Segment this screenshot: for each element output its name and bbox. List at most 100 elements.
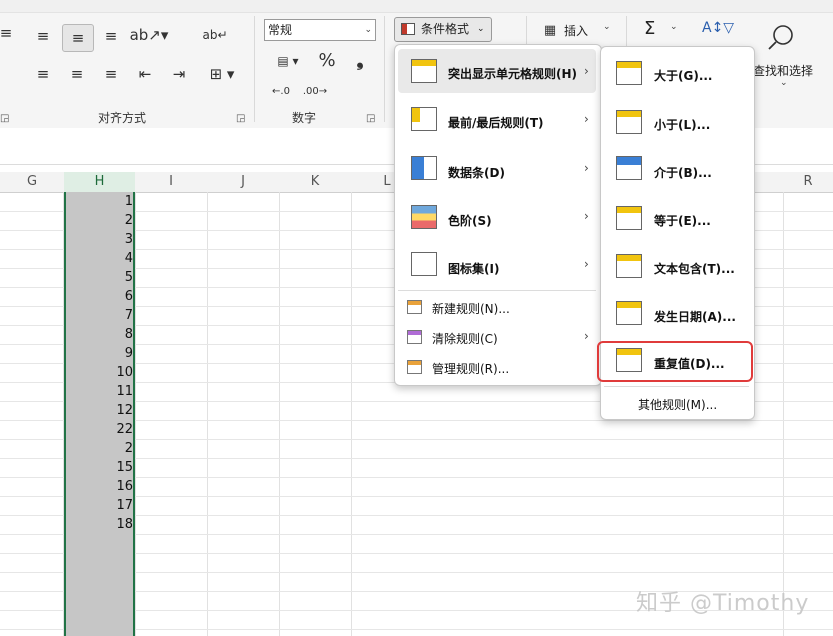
menu-item-top-bottom-rules[interactable]: 最前/最后规则(T) xyxy=(448,114,544,131)
between-icon xyxy=(616,156,642,180)
align-right-icon[interactable]: ≡ xyxy=(98,62,124,86)
cell-h[interactable]: 11 xyxy=(64,382,133,401)
align-bottom-icon[interactable]: ≡ xyxy=(98,24,124,48)
align-center-icon[interactable]: ≡ xyxy=(64,62,90,86)
sum-symbol: Σ xyxy=(644,18,656,39)
orientation-icon[interactable]: ab↗▾ xyxy=(130,22,169,48)
decrease-indent-icon[interactable]: ⇤ xyxy=(132,62,158,86)
chevron-down-icon[interactable]: ⌄ xyxy=(603,22,611,32)
highlight-rules-icon xyxy=(411,59,437,83)
date-occurring-icon xyxy=(616,301,642,325)
grid-line xyxy=(351,192,352,636)
cell-h[interactable]: 2 xyxy=(64,211,133,230)
cell-h[interactable]: 22 xyxy=(64,420,133,439)
submenu-item-between[interactable]: 介于(B)... xyxy=(654,164,712,181)
menu-separator xyxy=(604,386,749,387)
merge-center-icon[interactable]: ⊞ ▾ xyxy=(200,62,244,86)
submenu-item-less-than[interactable]: 小于(L)... xyxy=(654,116,710,133)
cell-h[interactable]: 9 xyxy=(64,344,133,363)
cell-h[interactable]: 8 xyxy=(64,325,133,344)
alignment-launcher-icon[interactable]: ◲ xyxy=(236,113,245,124)
duplicate-values-highlight-box xyxy=(597,341,753,382)
chevron-down-icon[interactable]: ⌄ xyxy=(670,22,678,32)
number-launcher-icon[interactable]: ◲ xyxy=(366,113,375,124)
column-header-g[interactable]: G xyxy=(0,172,64,193)
grid-line xyxy=(135,192,136,636)
decrease-decimal-icon[interactable]: .00→ xyxy=(303,80,327,102)
chevron-down-icon[interactable]: ⌄ xyxy=(780,78,788,88)
menu-item-manage-rules[interactable]: 管理规则(R)... xyxy=(432,360,509,377)
title-strip xyxy=(0,0,833,13)
percent-symbol: % xyxy=(318,49,336,71)
equal-to-icon xyxy=(616,206,642,230)
cell-h[interactable]: 17 xyxy=(64,496,133,515)
submenu-item-date-occurring[interactable]: 发生日期(A)... xyxy=(654,308,736,325)
clear-rules-icon xyxy=(407,330,422,344)
cell-h[interactable]: 2 xyxy=(64,439,133,458)
chevron-right-icon: › xyxy=(584,257,589,271)
insert-cells-icon[interactable]: ▦ xyxy=(540,20,560,40)
menu-item-new-rule[interactable]: 新建规则(N)... xyxy=(432,300,510,317)
increase-indent-icon[interactable]: ⇥ xyxy=(166,62,192,86)
sort-filter-icon[interactable]: A↕▽ xyxy=(702,20,734,36)
cell-h[interactable]: 10 xyxy=(64,363,133,382)
less-than-icon xyxy=(616,110,642,134)
alignment-group-label: 对齐方式 xyxy=(98,111,147,125)
cell-h[interactable]: 12 xyxy=(64,401,133,420)
cell-h[interactable]: 18 xyxy=(64,515,133,534)
chevron-right-icon: › xyxy=(584,209,589,223)
menu-item-clear-rules[interactable]: 清除规则(C) xyxy=(432,330,498,347)
chevron-down-icon: ⌄ xyxy=(364,25,372,35)
group-separator xyxy=(384,16,385,122)
menu-separator xyxy=(398,290,596,291)
search-icon[interactable] xyxy=(766,22,796,52)
increase-decimal-icon[interactable]: ←.0 xyxy=(270,80,292,102)
grid-line xyxy=(279,192,280,636)
cell-h[interactable]: 6 xyxy=(64,287,133,306)
wrap-text-icon[interactable]: ab↵ xyxy=(200,22,230,48)
percent-icon[interactable]: % xyxy=(314,48,340,72)
submenu-item-more-rules[interactable]: 其他规则(M)... xyxy=(638,396,717,413)
submenu-item-text-contains[interactable]: 文本包含(T)... xyxy=(654,260,735,277)
column-header-j[interactable]: J xyxy=(207,172,279,193)
cell-h[interactable]: 15 xyxy=(64,458,133,477)
chevron-right-icon: › xyxy=(584,112,589,126)
cell-h[interactable]: 5 xyxy=(64,268,133,287)
align-left-fragment-icon[interactable]: ≡ xyxy=(0,22,12,44)
icon-sets-icon xyxy=(411,252,437,276)
cell-h[interactable]: 1 xyxy=(64,192,133,211)
cell-h[interactable]: 7 xyxy=(64,306,133,325)
currency-format-icon[interactable]: ▤ ▾ xyxy=(270,50,306,72)
cell-h[interactable]: 16 xyxy=(64,477,133,496)
find-select-label[interactable]: 查找和选择 xyxy=(753,62,813,79)
autosum-icon[interactable]: Σ xyxy=(644,18,655,39)
font-launcher-icon[interactable]: ◲ xyxy=(0,113,9,124)
top-bottom-rules-icon xyxy=(411,107,437,131)
chevron-right-icon: › xyxy=(584,161,589,175)
chevron-right-icon: › xyxy=(584,329,589,343)
number-group-label: 数字 xyxy=(292,111,317,125)
grid-line xyxy=(207,192,208,636)
menu-item-color-scales[interactable]: 色阶(S) xyxy=(448,212,492,229)
menu-item-highlight-rules[interactable]: 突出显示单元格规则(H) xyxy=(448,65,577,82)
column-header-i[interactable]: I xyxy=(135,172,207,193)
submenu-item-equal-to[interactable]: 等于(E)... xyxy=(654,212,711,229)
text-contains-icon xyxy=(616,254,642,278)
conditional-formatting-button[interactable]: 条件格式 ⌄ xyxy=(394,17,492,42)
column-header-k[interactable]: K xyxy=(279,172,351,193)
cell-h[interactable]: 3 xyxy=(64,230,133,249)
align-left-icon[interactable]: ≡ xyxy=(30,62,56,86)
menu-item-icon-sets[interactable]: 图标集(I) xyxy=(448,260,499,277)
comma-style-icon[interactable]: ❟ xyxy=(348,48,372,72)
group-separator xyxy=(254,16,255,122)
align-top-icon[interactable]: ≡ xyxy=(30,24,56,48)
color-scales-icon xyxy=(411,205,437,229)
menu-item-data-bars[interactable]: 数据条(D) xyxy=(448,164,505,181)
cell-h[interactable]: 4 xyxy=(64,249,133,268)
column-header-r[interactable]: R xyxy=(783,172,833,193)
submenu-item-greater-than[interactable]: 大于(G)... xyxy=(654,67,713,84)
column-header-h[interactable]: H xyxy=(64,172,135,194)
insert-label[interactable]: 插入 xyxy=(564,22,588,39)
align-middle-icon[interactable]: ≡ xyxy=(62,24,94,52)
number-format-select[interactable]: 常规 ⌄ xyxy=(264,19,376,41)
